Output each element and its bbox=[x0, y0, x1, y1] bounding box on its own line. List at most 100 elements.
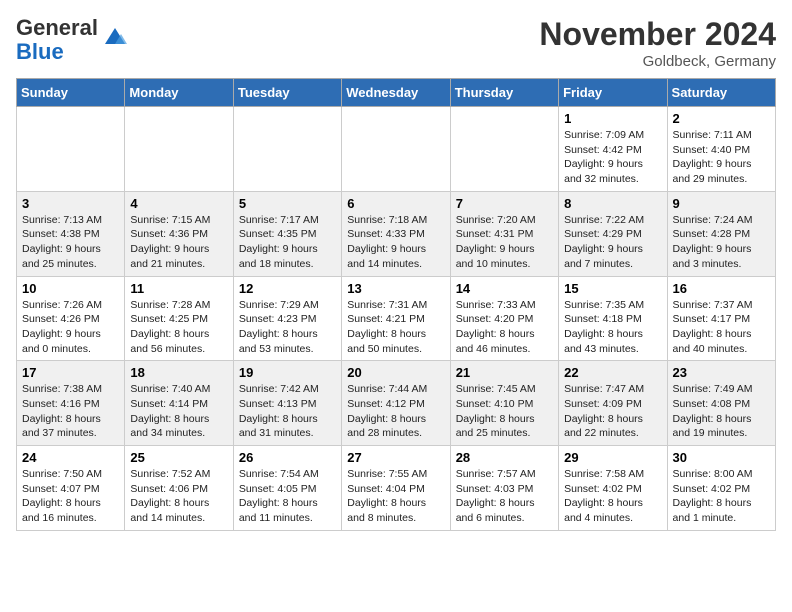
day-number: 30 bbox=[673, 450, 770, 465]
day-info: Sunrise: 7:55 AM Sunset: 4:04 PM Dayligh… bbox=[347, 467, 444, 526]
day-info: Sunrise: 7:24 AM Sunset: 4:28 PM Dayligh… bbox=[673, 213, 770, 272]
day-number: 1 bbox=[564, 111, 661, 126]
weekday-header-sunday: Sunday bbox=[17, 79, 125, 107]
day-number: 3 bbox=[22, 196, 119, 211]
day-info: Sunrise: 7:28 AM Sunset: 4:25 PM Dayligh… bbox=[130, 298, 227, 357]
calendar-cell: 24 Sunrise: 7:50 AM Sunset: 4:07 PM Dayli… bbox=[17, 446, 125, 531]
calendar-cell: 17 Sunrise: 7:38 AM Sunset: 4:16 PM Dayli… bbox=[17, 361, 125, 446]
day-number: 20 bbox=[347, 365, 444, 380]
calendar-cell: 9 Sunrise: 7:24 AM Sunset: 4:28 PM Daylig… bbox=[667, 191, 775, 276]
weekday-header-monday: Monday bbox=[125, 79, 233, 107]
calendar-cell: 16Sunrise: 7:37 AM Sunset: 4:17 PM Dayli… bbox=[667, 276, 775, 361]
day-info: Sunrise: 7:17 AM Sunset: 4:35 PM Dayligh… bbox=[239, 213, 336, 272]
day-info: Sunrise: 7:38 AM Sunset: 4:16 PM Dayligh… bbox=[22, 382, 119, 441]
calendar-cell: 27 Sunrise: 7:55 AM Sunset: 4:04 PM Dayli… bbox=[342, 446, 450, 531]
day-info: Sunrise: 7:45 AM Sunset: 4:10 PM Dayligh… bbox=[456, 382, 553, 441]
day-info: Sunrise: 7:42 AM Sunset: 4:13 PM Dayligh… bbox=[239, 382, 336, 441]
calendar-cell: 20 Sunrise: 7:44 AM Sunset: 4:12 PM Dayli… bbox=[342, 361, 450, 446]
day-info: Sunrise: 7:50 AM Sunset: 4:07 PM Dayligh… bbox=[22, 467, 119, 526]
weekday-header-saturday: Saturday bbox=[667, 79, 775, 107]
calendar-cell: 29Sunrise: 7:58 AM Sunset: 4:02 PM Dayli… bbox=[559, 446, 667, 531]
calendar-cell: 30 Sunrise: 8:00 AM Sunset: 4:02 PM Dayli… bbox=[667, 446, 775, 531]
calendar-cell: 21 Sunrise: 7:45 AM Sunset: 4:10 PM Dayli… bbox=[450, 361, 558, 446]
day-number: 17 bbox=[22, 365, 119, 380]
day-number: 8 bbox=[564, 196, 661, 211]
location: Goldbeck, Germany bbox=[539, 53, 776, 70]
calendar-cell: 1 Sunrise: 7:09 AM Sunset: 4:42 PM Daylig… bbox=[559, 107, 667, 192]
calendar-cell: 14 Sunrise: 7:33 AM Sunset: 4:20 PM Dayli… bbox=[450, 276, 558, 361]
week-row-0: 1 Sunrise: 7:09 AM Sunset: 4:42 PM Daylig… bbox=[17, 107, 776, 192]
calendar-table: SundayMondayTuesdayWednesdayThursdayFrid… bbox=[16, 78, 776, 531]
title-block: November 2024 Goldbeck, Germany bbox=[539, 16, 776, 70]
calendar-cell: 23Sunrise: 7:49 AM Sunset: 4:08 PM Dayli… bbox=[667, 361, 775, 446]
calendar-cell: 19 Sunrise: 7:42 AM Sunset: 4:13 PM Dayli… bbox=[233, 361, 341, 446]
day-number: 21 bbox=[456, 365, 553, 380]
day-number: 14 bbox=[456, 281, 553, 296]
week-row-3: 17 Sunrise: 7:38 AM Sunset: 4:16 PM Dayli… bbox=[17, 361, 776, 446]
day-info: Sunrise: 7:11 AM Sunset: 4:40 PM Dayligh… bbox=[673, 128, 770, 187]
weekday-header-tuesday: Tuesday bbox=[233, 79, 341, 107]
month-title: November 2024 bbox=[539, 16, 776, 53]
weekday-header-friday: Friday bbox=[559, 79, 667, 107]
day-info: Sunrise: 7:15 AM Sunset: 4:36 PM Dayligh… bbox=[130, 213, 227, 272]
calendar-cell: 4 Sunrise: 7:15 AM Sunset: 4:36 PM Daylig… bbox=[125, 191, 233, 276]
calendar-cell: 26 Sunrise: 7:54 AM Sunset: 4:05 PM Dayli… bbox=[233, 446, 341, 531]
day-number: 19 bbox=[239, 365, 336, 380]
day-number: 27 bbox=[347, 450, 444, 465]
calendar-cell: 5 Sunrise: 7:17 AM Sunset: 4:35 PM Daylig… bbox=[233, 191, 341, 276]
page-header: General Blue November 2024 Goldbeck, Ger… bbox=[16, 16, 776, 70]
day-info: Sunrise: 7:29 AM Sunset: 4:23 PM Dayligh… bbox=[239, 298, 336, 357]
day-info: Sunrise: 7:33 AM Sunset: 4:20 PM Dayligh… bbox=[456, 298, 553, 357]
logo-icon bbox=[101, 22, 129, 50]
calendar-cell: 28 Sunrise: 7:57 AM Sunset: 4:03 PM Dayli… bbox=[450, 446, 558, 531]
calendar-cell: 8 Sunrise: 7:22 AM Sunset: 4:29 PM Daylig… bbox=[559, 191, 667, 276]
calendar-cell: 3 Sunrise: 7:13 AM Sunset: 4:38 PM Daylig… bbox=[17, 191, 125, 276]
day-info: Sunrise: 7:13 AM Sunset: 4:38 PM Dayligh… bbox=[22, 213, 119, 272]
calendar-cell bbox=[450, 107, 558, 192]
day-info: Sunrise: 7:44 AM Sunset: 4:12 PM Dayligh… bbox=[347, 382, 444, 441]
day-info: Sunrise: 7:31 AM Sunset: 4:21 PM Dayligh… bbox=[347, 298, 444, 357]
day-info: Sunrise: 7:57 AM Sunset: 4:03 PM Dayligh… bbox=[456, 467, 553, 526]
calendar-cell: 11 Sunrise: 7:28 AM Sunset: 4:25 PM Dayli… bbox=[125, 276, 233, 361]
logo-general: General bbox=[16, 15, 98, 40]
day-number: 5 bbox=[239, 196, 336, 211]
day-number: 12 bbox=[239, 281, 336, 296]
day-info: Sunrise: 7:09 AM Sunset: 4:42 PM Dayligh… bbox=[564, 128, 661, 187]
calendar-cell: 13 Sunrise: 7:31 AM Sunset: 4:21 PM Dayli… bbox=[342, 276, 450, 361]
day-number: 2 bbox=[673, 111, 770, 126]
day-number: 11 bbox=[130, 281, 227, 296]
day-number: 7 bbox=[456, 196, 553, 211]
day-info: Sunrise: 7:26 AM Sunset: 4:26 PM Dayligh… bbox=[22, 298, 119, 357]
logo: General Blue bbox=[16, 16, 129, 64]
day-info: Sunrise: 7:22 AM Sunset: 4:29 PM Dayligh… bbox=[564, 213, 661, 272]
day-number: 26 bbox=[239, 450, 336, 465]
day-number: 28 bbox=[456, 450, 553, 465]
day-number: 13 bbox=[347, 281, 444, 296]
day-number: 24 bbox=[22, 450, 119, 465]
weekday-header-thursday: Thursday bbox=[450, 79, 558, 107]
day-info: Sunrise: 7:54 AM Sunset: 4:05 PM Dayligh… bbox=[239, 467, 336, 526]
day-number: 16 bbox=[673, 281, 770, 296]
day-number: 18 bbox=[130, 365, 227, 380]
week-row-4: 24 Sunrise: 7:50 AM Sunset: 4:07 PM Dayli… bbox=[17, 446, 776, 531]
day-info: Sunrise: 8:00 AM Sunset: 4:02 PM Dayligh… bbox=[673, 467, 770, 526]
calendar-cell: 12 Sunrise: 7:29 AM Sunset: 4:23 PM Dayli… bbox=[233, 276, 341, 361]
calendar-cell: 18 Sunrise: 7:40 AM Sunset: 4:14 PM Dayli… bbox=[125, 361, 233, 446]
day-number: 15 bbox=[564, 281, 661, 296]
day-info: Sunrise: 7:18 AM Sunset: 4:33 PM Dayligh… bbox=[347, 213, 444, 272]
day-number: 6 bbox=[347, 196, 444, 211]
day-number: 10 bbox=[22, 281, 119, 296]
logo-blue: Blue bbox=[16, 39, 64, 64]
calendar-cell bbox=[17, 107, 125, 192]
day-number: 29 bbox=[564, 450, 661, 465]
week-row-2: 10 Sunrise: 7:26 AM Sunset: 4:26 PM Dayli… bbox=[17, 276, 776, 361]
day-info: Sunrise: 7:40 AM Sunset: 4:14 PM Dayligh… bbox=[130, 382, 227, 441]
day-number: 4 bbox=[130, 196, 227, 211]
calendar-cell bbox=[342, 107, 450, 192]
day-number: 22 bbox=[564, 365, 661, 380]
day-number: 9 bbox=[673, 196, 770, 211]
day-info: Sunrise: 7:35 AM Sunset: 4:18 PM Dayligh… bbox=[564, 298, 661, 357]
calendar-cell bbox=[125, 107, 233, 192]
day-info: Sunrise: 7:20 AM Sunset: 4:31 PM Dayligh… bbox=[456, 213, 553, 272]
calendar-cell: 25Sunrise: 7:52 AM Sunset: 4:06 PM Dayli… bbox=[125, 446, 233, 531]
